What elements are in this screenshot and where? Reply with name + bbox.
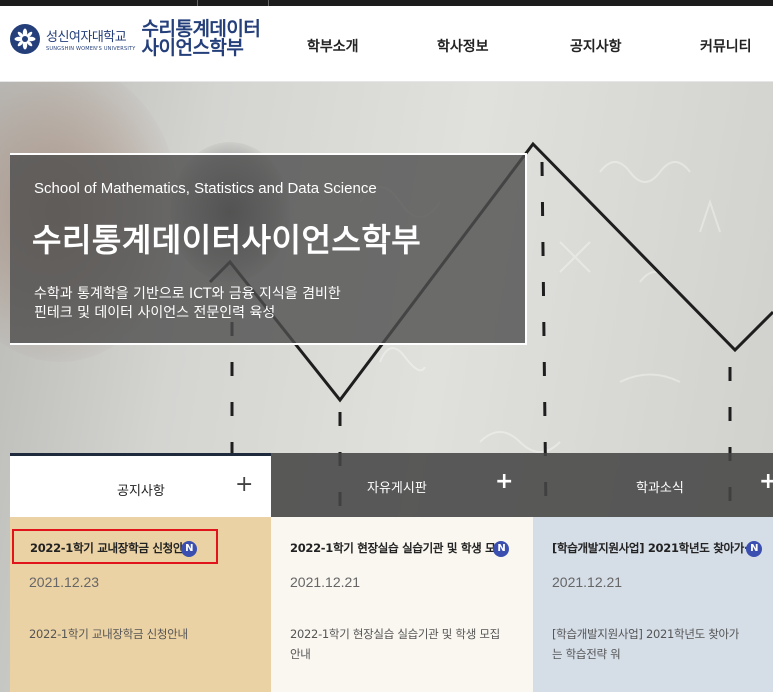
hero-description-line2: 핀테크 및 데이터 사이언스 전문인력 육성	[34, 305, 276, 321]
post-summary-line1: [학습개발지원사업] 2021학년도 찾아가	[552, 627, 740, 641]
post-title-text: 2022-1학기 현장실습 실습기관 및 학생 모	[290, 541, 496, 555]
nav-item-about[interactable]: 학부소개	[307, 36, 359, 56]
hero-subtitle: School of Mathematics, Statistics and Da…	[34, 180, 377, 197]
post-date: 2021.12.23	[29, 574, 100, 590]
nav-item-notices[interactable]: 공지사항	[570, 36, 622, 56]
hero-description-line1: 수학과 통계학을 기반으로 ICT와 금융 지식을 겸비한	[34, 286, 341, 302]
tab-department-news[interactable]: 학과소식 +	[533, 453, 773, 517]
university-name-ko: 성신여자대학교	[46, 30, 127, 45]
more-plus-icon[interactable]: +	[759, 469, 773, 494]
post-summary-line2: 안내	[290, 647, 311, 661]
new-badge: N	[746, 540, 763, 557]
more-plus-icon[interactable]: +	[495, 469, 513, 494]
department-name: 수리통계데이터 사이언스학부	[142, 20, 261, 58]
post-card[interactable]: [학습개발지원사업] 2021학년도 찾아가· N 2021.12.21 [학습개…	[533, 517, 773, 692]
post-title-text: [학습개발지원사업] 2021학년도 찾아가·	[552, 541, 749, 555]
post-title[interactable]: 2022-1학기 현장실습 실습기관 및 학생 모N	[290, 540, 510, 557]
tab-notices[interactable]: 공지사항 +	[10, 453, 271, 517]
nav-item-academics[interactable]: 학사정보	[437, 36, 489, 56]
nav-item-community[interactable]: 커뮤니티	[700, 36, 752, 56]
post-summary: 2022-1학기 교내장학금 신청안내	[29, 624, 188, 644]
university-name-en: SUNGSHIN WOMEN'S UNIVERSITY	[46, 46, 136, 52]
tab-label: 학과소식	[636, 481, 684, 496]
post-summary-line1: 2022-1학기 현장실습 실습기관 및 학생 모집	[290, 627, 500, 641]
more-plus-icon[interactable]: +	[235, 472, 253, 497]
tab-label: 자유게시판	[367, 481, 427, 496]
hero-description: 수학과 통계학을 기반으로 ICT와 금융 지식을 겸비한 핀테크 및 데이터 …	[34, 285, 341, 323]
hero-title: 수리통계데이터사이언스학부	[32, 221, 422, 259]
university-name: 성신여자대학교 SUNGSHIN WOMEN'S UNIVERSITY	[46, 26, 136, 52]
post-summary-line1: 2022-1학기 교내장학금 신청안내	[29, 627, 188, 641]
department-name-line2: 사이언스학부	[141, 37, 244, 59]
post-date: 2021.12.21	[552, 574, 623, 590]
post-summary-line2: 는 학습전략 워	[552, 647, 621, 661]
site-logo[interactable]: 성신여자대학교 SUNGSHIN WOMEN'S UNIVERSITY 수리통계…	[10, 20, 261, 58]
university-emblem-icon	[10, 24, 40, 54]
selection-highlight-box	[12, 529, 218, 564]
post-summary: [학습개발지원사업] 2021학년도 찾아가 는 학습전략 워	[552, 624, 739, 664]
hero-text-box: School of Mathematics, Statistics and Da…	[10, 153, 527, 345]
new-badge: N	[493, 540, 510, 557]
tab-label: 공지사항	[117, 484, 165, 499]
post-date: 2021.12.21	[290, 574, 361, 590]
post-summary: 2022-1학기 현장실습 실습기관 및 학생 모집 안내	[290, 624, 500, 664]
site-header: 성신여자대학교 SUNGSHIN WOMEN'S UNIVERSITY 수리통계…	[0, 6, 773, 82]
hero-banner: School of Mathematics, Statistics and Da…	[0, 82, 773, 692]
post-title[interactable]: [학습개발지원사업] 2021학년도 찾아가· N	[552, 540, 763, 557]
post-card[interactable]: 2022-1학기 현장실습 실습기관 및 학생 모N 2021.12.21 20…	[271, 517, 533, 692]
tab-free-board[interactable]: 자유게시판 +	[271, 453, 533, 517]
